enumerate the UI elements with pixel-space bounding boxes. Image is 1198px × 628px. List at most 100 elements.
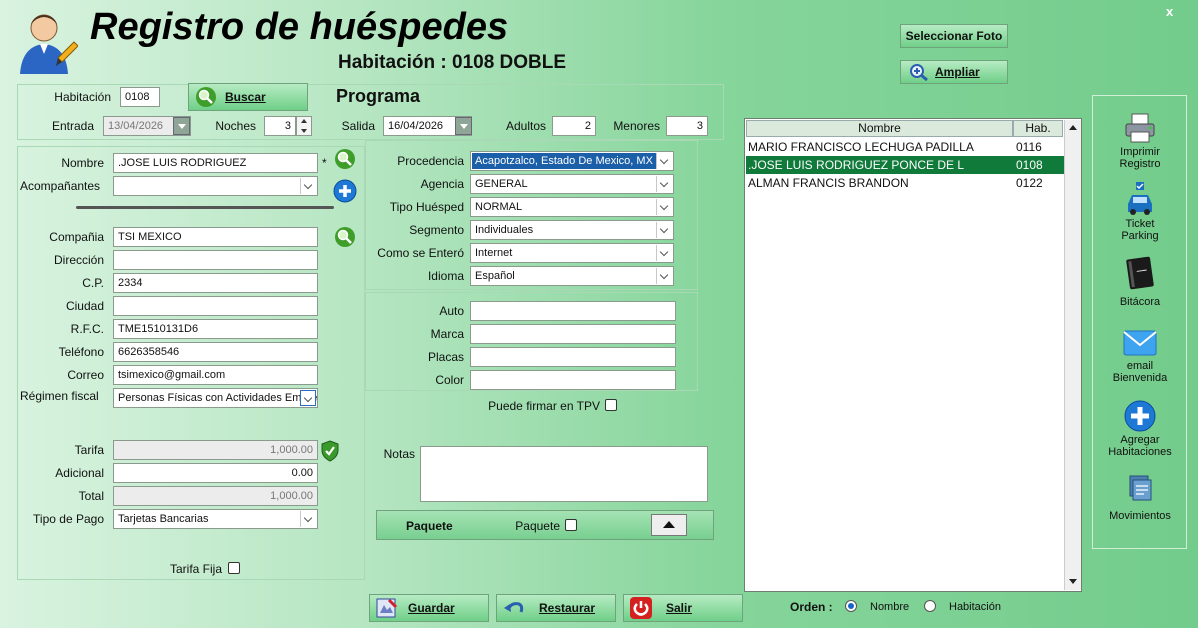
power-icon	[630, 597, 652, 619]
segmento-select[interactable]: Individuales	[470, 220, 674, 240]
list-item[interactable]: MARIO FRANCISCO LECHUGA PADILLA 0116	[746, 138, 1064, 156]
adultos-label: Adultos	[505, 119, 546, 133]
adicional-input[interactable]: 0.00	[113, 463, 318, 483]
orden-habitacion-label: Habitación	[949, 601, 1001, 613]
menores-input[interactable]: 3	[666, 116, 708, 136]
agregar-habitaciones-button[interactable]: Agregar Habitaciones	[1093, 400, 1187, 458]
paquete-title: Paquete	[406, 519, 453, 533]
ticket-parking-button[interactable]: Ticket Parking	[1093, 182, 1187, 242]
como-se-entero-label: Como se Enteró	[377, 246, 464, 260]
tarifa-fija-checkbox[interactable]	[228, 562, 240, 574]
color-label: Color	[435, 373, 464, 387]
menores-label: Menores	[613, 119, 660, 133]
noches-label: Noches	[215, 119, 256, 133]
habitacion-input[interactable]: 0108	[120, 87, 160, 107]
save-icon	[376, 598, 398, 618]
procedencia-select[interactable]: Acapotzalco, Estado De Mexico, MX	[470, 151, 674, 171]
acompanantes-select[interactable]	[113, 176, 318, 196]
buscar-button[interactable]: Buscar	[188, 83, 308, 111]
shield-check-icon[interactable]	[320, 440, 340, 465]
nombre-label: Nombre	[61, 156, 104, 170]
placas-input[interactable]	[470, 347, 676, 367]
como-se-entero-select[interactable]: Internet	[470, 243, 674, 263]
direccion-input[interactable]	[113, 250, 318, 270]
search-icon	[196, 87, 216, 107]
printer-icon	[1125, 113, 1155, 143]
separator-line	[76, 206, 334, 209]
total-input: 1,000.00	[113, 486, 318, 506]
agencia-label: Agencia	[420, 177, 464, 191]
nombre-input[interactable]: .JOSE LUIS RODRIGUEZ	[113, 153, 318, 173]
telefono-label: Teléfono	[58, 345, 104, 359]
idioma-label: Idioma	[427, 269, 464, 283]
orden-nombre-radio[interactable]	[845, 600, 857, 612]
ciudad-label: Ciudad	[65, 299, 104, 313]
marca-input[interactable]	[470, 324, 676, 344]
logbook-icon	[1126, 256, 1154, 290]
list-header-nombre[interactable]: Nombre	[746, 120, 1013, 137]
noches-stepper[interactable]	[296, 116, 312, 136]
auto-input[interactable]	[470, 301, 676, 321]
guardar-button[interactable]: Guardar	[369, 594, 489, 622]
list-scrollbar[interactable]	[1064, 120, 1081, 590]
idioma-select[interactable]: Español	[470, 266, 674, 286]
orden-habitacion-radio[interactable]	[924, 600, 936, 612]
add-companion-icon[interactable]	[333, 179, 357, 206]
salir-button[interactable]: Salir	[623, 594, 743, 622]
entrada-label: Entrada	[51, 119, 94, 133]
movimientos-button[interactable]: Movimientos	[1093, 474, 1187, 522]
zoom-icon	[910, 64, 928, 81]
compania-label: Compañia	[49, 230, 104, 244]
car-icon	[1128, 182, 1152, 215]
compania-search-icon[interactable]	[334, 226, 356, 251]
color-input[interactable]	[470, 370, 676, 390]
tarifa-input[interactable]: 1,000.00	[113, 440, 318, 460]
room-header: Habitación : 0108 DOBLE	[338, 52, 567, 73]
list-item-selected[interactable]: .JOSE LUIS RODRIGUEZ PONCE DE L 0108	[746, 156, 1064, 174]
cp-input[interactable]: 2334	[113, 273, 318, 293]
noches-input[interactable]: 3	[264, 116, 296, 136]
list-header-hab[interactable]: Hab.	[1013, 120, 1063, 137]
adultos-input[interactable]: 2	[552, 116, 596, 136]
undo-icon	[504, 602, 524, 613]
programa-heading: Programa	[336, 86, 421, 106]
zoom-button[interactable]: Ampliar	[900, 60, 1008, 84]
imprimir-registro-button[interactable]: Imprimir Registro	[1093, 112, 1187, 170]
entrada-calendar-icon[interactable]	[173, 117, 190, 135]
paquete-expand-button[interactable]	[651, 514, 687, 536]
ciudad-input[interactable]	[113, 296, 318, 316]
rfc-label: R.F.C.	[70, 322, 104, 336]
total-label: Total	[78, 489, 104, 503]
correo-label: Correo	[67, 368, 104, 382]
segmento-label: Segmento	[409, 223, 464, 237]
select-photo-button[interactable]: Seleccionar Foto	[900, 24, 1008, 48]
tpv-checkbox[interactable]	[605, 399, 617, 411]
correo-input[interactable]: tsimexico@gmail.com	[113, 365, 318, 385]
movements-icon	[1129, 475, 1152, 501]
cp-label: C.P.	[82, 276, 104, 290]
tipo-huesped-select[interactable]: NORMAL	[470, 197, 674, 217]
notas-textarea[interactable]	[420, 446, 708, 502]
rfc-input[interactable]: TME1510131D6	[113, 319, 318, 339]
direccion-label: Dirección	[53, 253, 104, 267]
list-item[interactable]: ALMAN FRANCIS BRANDON 0122	[746, 174, 1064, 192]
regimen-select[interactable]: Personas Físicas con Actividades Empresa…	[113, 388, 318, 408]
restaurar-button[interactable]: Restaurar	[496, 594, 616, 622]
tipo-huesped-label: Tipo Huésped	[389, 200, 464, 214]
nombre-search-icon[interactable]	[334, 148, 356, 173]
app-logo-icon	[14, 8, 79, 74]
orden-nombre-label: Nombre	[870, 601, 910, 613]
email-bienvenida-button[interactable]: email Bienvenida	[1093, 330, 1187, 384]
paquete-checkbox[interactable]	[565, 519, 577, 531]
salida-calendar-icon[interactable]	[455, 117, 472, 135]
scroll-up-arrow[interactable]	[1069, 125, 1077, 130]
compania-input[interactable]: TSI MEXICO	[113, 227, 318, 247]
tipo-pago-select[interactable]: Tarjetas Bancarias	[113, 509, 318, 529]
placas-label: Placas	[427, 350, 464, 364]
bitacora-button[interactable]: Bitácora	[1093, 256, 1187, 308]
paquete-check-label: Paquete	[515, 519, 560, 533]
close-button[interactable]: x	[1166, 4, 1173, 19]
agencia-select[interactable]: GENERAL	[470, 174, 674, 194]
telefono-input[interactable]: 6626358546	[113, 342, 318, 362]
scroll-down-arrow[interactable]	[1069, 579, 1077, 584]
